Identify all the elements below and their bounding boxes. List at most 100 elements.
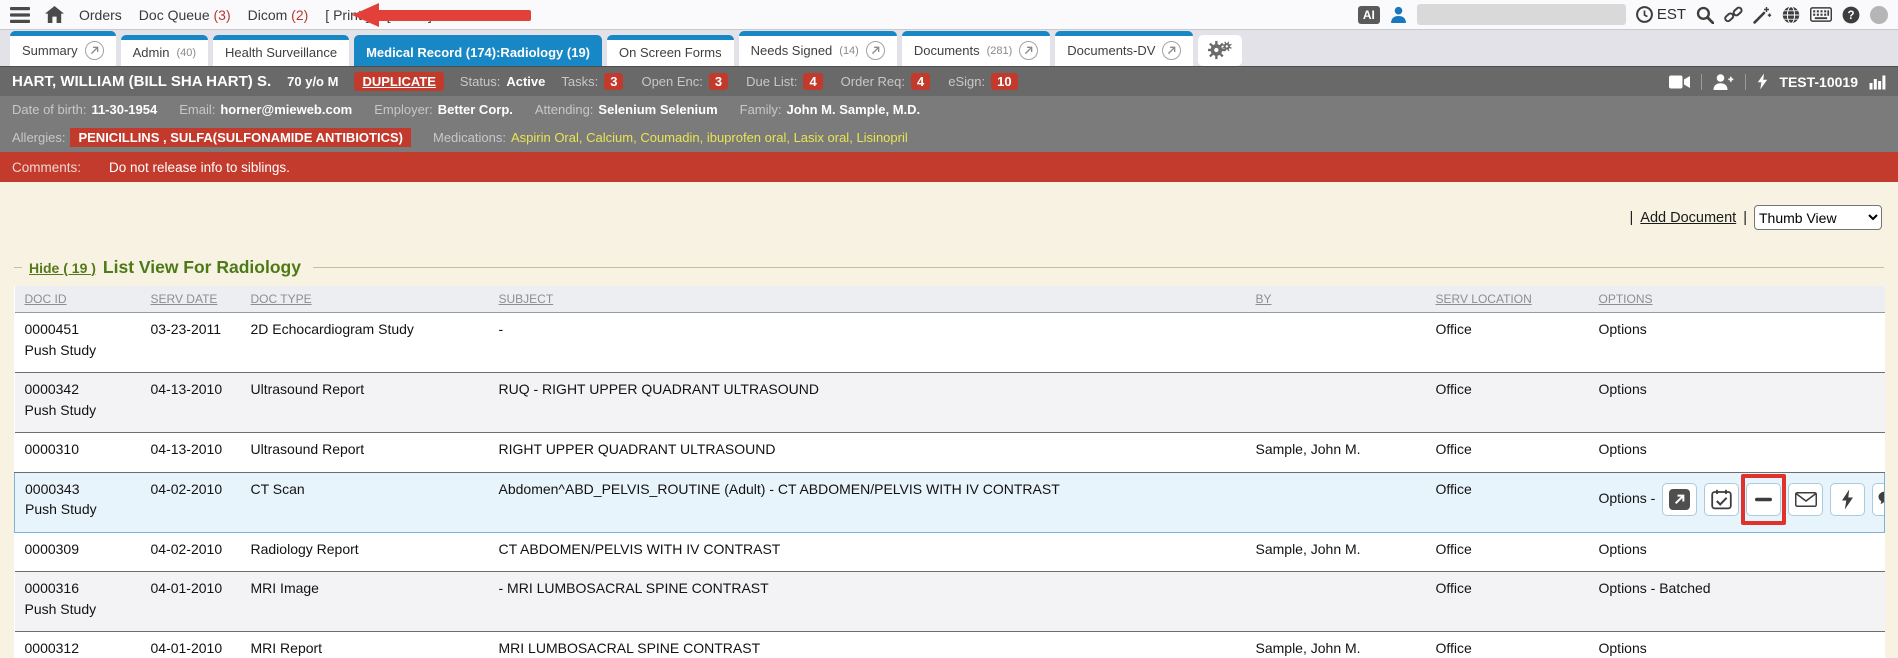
medication-link-lisinopril[interactable]: Lisinopril bbox=[856, 130, 907, 145]
tab-on-screen-forms[interactable]: On Screen Forms bbox=[607, 35, 734, 66]
nav-item-doc-queue[interactable]: Doc Queue (3) bbox=[139, 7, 231, 23]
view-mode-select[interactable]: Thumb View bbox=[1754, 205, 1882, 230]
counter-badge[interactable]: 4 bbox=[911, 73, 930, 90]
tab-documents[interactable]: Documents(281) bbox=[902, 31, 1050, 66]
column-header-options[interactable]: OPTIONS bbox=[1589, 286, 1885, 313]
help-icon[interactable]: ? bbox=[1842, 6, 1860, 24]
counter-badge[interactable]: 4 bbox=[803, 73, 822, 90]
popout-icon[interactable] bbox=[866, 41, 885, 60]
options-link[interactable]: Options - Batched bbox=[1599, 580, 1711, 596]
counter-badge[interactable]: 3 bbox=[709, 73, 728, 90]
hide-list-link[interactable]: Hide ( 19 ) bbox=[29, 260, 96, 276]
allergies-badge[interactable]: PENICILLINS , SULFA(SULFONAMIDE ANTIBIOT… bbox=[70, 128, 411, 147]
serv-location-cell: Office bbox=[1426, 572, 1589, 632]
patient-counter-due-list[interactable]: Due List:4 bbox=[746, 73, 823, 90]
subject-cell: Abdomen^ABD_PELVIS_ROUTINE (Adult) - CT … bbox=[489, 472, 1246, 532]
timezone-control[interactable]: EST bbox=[1636, 6, 1686, 23]
detail-value: horner@mieweb.com bbox=[220, 102, 352, 117]
counter-badge[interactable]: 3 bbox=[604, 73, 623, 90]
tab-summary[interactable]: Summary bbox=[10, 31, 116, 66]
envelope-button[interactable] bbox=[1788, 483, 1823, 516]
patient-detail-attending: Attending:Selenium Selenium bbox=[535, 102, 718, 117]
patient-counter-order-req[interactable]: Order Req:4 bbox=[841, 73, 931, 90]
popout-icon[interactable] bbox=[85, 41, 104, 60]
home-icon[interactable] bbox=[45, 6, 64, 23]
push-study-link[interactable]: Push Study bbox=[25, 601, 131, 619]
tab-health-surveillance[interactable]: Health Surveillance bbox=[213, 35, 349, 66]
hamburger-menu-icon[interactable] bbox=[10, 7, 30, 23]
globe-icon[interactable] bbox=[1782, 6, 1800, 24]
table-row-0000310[interactable]: 000031004-13-2010Ultrasound ReportRIGHT … bbox=[15, 433, 1885, 473]
magic-wand-icon[interactable] bbox=[1753, 6, 1772, 24]
quick-action-bolt-icon[interactable] bbox=[1757, 73, 1768, 90]
collapse-minus-button[interactable] bbox=[1746, 483, 1781, 516]
column-header-serv-date[interactable]: SERV DATE bbox=[141, 286, 241, 313]
keyboard-icon[interactable] bbox=[1810, 7, 1832, 22]
add-document-link[interactable]: Add Document bbox=[1640, 210, 1736, 226]
table-row-0000309[interactable]: 000030904-02-2010Radiology ReportCT ABDO… bbox=[15, 532, 1885, 572]
subject-cell: RUQ - RIGHT UPPER QUADRANT ULTRASOUND bbox=[489, 373, 1246, 433]
tab-needs-signed[interactable]: Needs Signed(14) bbox=[739, 31, 897, 66]
calendar-check-button[interactable] bbox=[1704, 483, 1739, 516]
options-link[interactable]: Options bbox=[1599, 541, 1647, 557]
column-header-doc-type[interactable]: DOC TYPE bbox=[241, 286, 489, 313]
popout-icon[interactable] bbox=[1162, 41, 1181, 60]
options-link[interactable]: Options bbox=[1599, 321, 1647, 337]
options-link[interactable]: Options bbox=[1599, 640, 1647, 656]
ai-badge[interactable]: AI bbox=[1358, 6, 1380, 24]
open-document-button[interactable] bbox=[1662, 483, 1697, 516]
table-row-0000342[interactable]: 0000342Push Study04-13-2010Ultrasound Re… bbox=[15, 373, 1885, 433]
medication-link-coumadin[interactable]: Coumadin bbox=[640, 130, 699, 145]
column-header-doc-id[interactable]: DOC ID bbox=[15, 286, 141, 313]
add-user-icon[interactable] bbox=[1713, 74, 1734, 90]
table-row-0000316[interactable]: 0000316Push Study04-01-2010MRI Image- MR… bbox=[15, 572, 1885, 632]
video-camera-icon[interactable] bbox=[1669, 75, 1690, 89]
options-link[interactable]: Options bbox=[1599, 441, 1647, 457]
medication-link-lasix-oral[interactable]: Lasix oral bbox=[794, 130, 850, 145]
popout-icon[interactable] bbox=[1019, 41, 1038, 60]
patient-detail-date-of-birth: Date of birth:11-30-1954 bbox=[12, 102, 157, 117]
patient-counter-esign[interactable]: eSign:10 bbox=[948, 73, 1017, 90]
push-study-link[interactable]: Push Study bbox=[25, 342, 131, 360]
chart-bars-icon[interactable] bbox=[1869, 73, 1886, 90]
tab-count: (281) bbox=[987, 45, 1013, 57]
table-row-0000451[interactable]: 0000451Push Study03-23-20112D Echocardio… bbox=[15, 313, 1885, 373]
doc-id: 0000312 bbox=[25, 640, 131, 658]
search-input[interactable] bbox=[1417, 4, 1626, 25]
options-link[interactable]: Options bbox=[1599, 381, 1647, 397]
link-icon[interactable] bbox=[1724, 5, 1743, 24]
doc-id: 0000342 bbox=[25, 381, 131, 399]
red-arrow-body bbox=[379, 10, 531, 21]
user-icon[interactable] bbox=[1390, 6, 1407, 23]
table-row-0000343[interactable]: 0000343Push Study04-02-2010CT ScanAbdome… bbox=[15, 472, 1885, 532]
medication-link-calcium[interactable]: Calcium bbox=[586, 130, 633, 145]
red-arrow-annotation bbox=[352, 3, 531, 27]
comments-button[interactable] bbox=[1872, 483, 1884, 516]
options-link[interactable]: Options - bbox=[1599, 490, 1656, 508]
search-icon[interactable] bbox=[1696, 6, 1714, 24]
push-study-link[interactable]: Push Study bbox=[25, 402, 131, 420]
doc-id-cell: 0000309 bbox=[15, 532, 141, 572]
nav-item-dicom[interactable]: Dicom (2) bbox=[248, 7, 309, 23]
calendar-check-icon bbox=[1711, 489, 1732, 510]
quick-action-bolt-button[interactable] bbox=[1830, 483, 1865, 516]
avatar[interactable] bbox=[1870, 6, 1888, 24]
patient-allergies-row: Allergies: PENICILLINS , SULFA(SULFONAMI… bbox=[0, 122, 1898, 152]
red-arrow-head bbox=[352, 3, 379, 27]
medication-link-ibuprofen-oral[interactable]: ibuprofen oral bbox=[707, 130, 787, 145]
column-header-by[interactable]: BY bbox=[1246, 286, 1426, 313]
column-header-serv-location[interactable]: SERV LOCATION bbox=[1426, 286, 1589, 313]
patient-counter-open-enc[interactable]: Open Enc:3 bbox=[641, 73, 728, 90]
tab-documents-dv[interactable]: Documents-DV bbox=[1055, 31, 1193, 66]
tab-admin[interactable]: Admin(40) bbox=[121, 35, 208, 66]
medication-link-aspirin-oral[interactable]: Aspirin Oral bbox=[511, 130, 579, 145]
nav-item-orders[interactable]: Orders bbox=[79, 7, 122, 23]
tab-medical-record-174-radiology-19[interactable]: Medical Record (174):Radiology (19) bbox=[354, 35, 602, 66]
table-row-0000312[interactable]: 000031204-01-2010MRI ReportMRI LUMBOSACR… bbox=[15, 632, 1885, 658]
counter-badge[interactable]: 10 bbox=[991, 73, 1017, 90]
push-study-link[interactable]: Push Study bbox=[25, 501, 131, 519]
patient-counter-tasks[interactable]: Tasks:3 bbox=[561, 73, 623, 90]
tab-settings-gear[interactable] bbox=[1198, 35, 1242, 66]
duplicate-badge[interactable]: DUPLICATE bbox=[354, 72, 443, 91]
column-header-subject[interactable]: SUBJECT bbox=[489, 286, 1246, 313]
